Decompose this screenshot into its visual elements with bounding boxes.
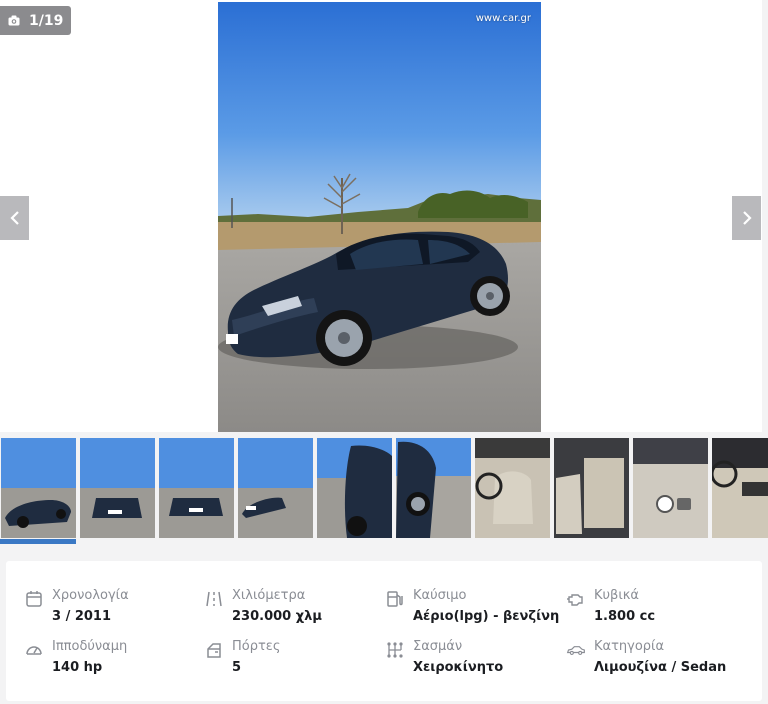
- spec-fuel-value: Αέριο(lpg) - βενζίνη: [413, 609, 560, 624]
- spec-fuel: Καύσιμο Αέριο(lpg) - βενζίνη: [385, 587, 559, 625]
- spec-mileage-label: Χιλιόμετρα: [232, 588, 306, 603]
- specifications-panel: Χρονολογία 3 / 2011 Χιλιόμετρα 230.000 χ…: [6, 561, 762, 701]
- thumbnail-6[interactable]: [396, 438, 471, 538]
- car-door-icon: [207, 643, 221, 658]
- thumbnail-7[interactable]: [475, 438, 550, 538]
- spec-year-label: Χρονολογία: [52, 588, 129, 603]
- spec-engine: Κυβικά 1.800 cc: [566, 587, 655, 625]
- spec-mileage-value: 230.000 χλμ: [232, 609, 322, 624]
- camera-icon: [8, 15, 20, 26]
- spec-gearbox-value: Χειροκίνητο: [413, 660, 504, 675]
- previous-photo-button[interactable]: [0, 196, 29, 240]
- spec-engine-label: Κυβικά: [594, 588, 639, 603]
- spec-year: Χρονολογία 3 / 2011: [24, 587, 129, 625]
- road-icon: [206, 591, 222, 607]
- spec-mileage: Χιλιόμετρα 230.000 χλμ: [204, 587, 322, 625]
- spec-power-label: Ιπποδύναμη: [52, 639, 128, 654]
- spec-doors: Πόρτες 5: [204, 638, 280, 676]
- fuel-pump-icon: [387, 591, 403, 607]
- spec-engine-value: 1.800 cc: [594, 609, 656, 624]
- thumbnail-3[interactable]: [159, 438, 234, 538]
- spec-gearbox-label: Σασμάν: [413, 639, 463, 654]
- main-photo[interactable]: www.car.gr: [218, 2, 541, 432]
- spec-fuel-label: Καύσιμο: [413, 588, 467, 603]
- spec-power-value: 140 hp: [52, 660, 103, 675]
- thumbnail-2[interactable]: [80, 438, 155, 538]
- gearbox-icon: [387, 642, 403, 658]
- spec-category: Κατηγορία Λιμουζίνα / Sedan: [566, 638, 726, 676]
- active-thumbnail-indicator: [0, 539, 76, 544]
- sedan-icon: [566, 646, 585, 655]
- photo-gallery: 1/19 www.car.gr: [0, 0, 762, 432]
- photo-counter: 1/19: [0, 6, 72, 35]
- spec-gearbox: Σασμάν Χειροκίνητο: [385, 638, 503, 676]
- thumbnail-8[interactable]: [554, 438, 629, 538]
- thumbnail-1[interactable]: [1, 438, 76, 538]
- spec-power: Ιπποδύναμη 140 hp: [24, 638, 127, 676]
- chevron-left-icon: [9, 211, 19, 225]
- watermark: www.car.gr: [475, 13, 531, 24]
- chevron-right-icon: [742, 211, 752, 225]
- next-photo-button[interactable]: [732, 196, 761, 240]
- car-photo: [218, 2, 541, 432]
- thumbnail-9[interactable]: [633, 438, 708, 538]
- calendar-icon: [26, 591, 42, 607]
- thumbnail-10[interactable]: [712, 438, 768, 538]
- spec-doors-value: 5: [232, 660, 242, 675]
- gauge-icon: [26, 646, 42, 655]
- spec-year-value: 3 / 2011: [52, 609, 112, 624]
- spec-category-label: Κατηγορία: [594, 639, 665, 654]
- thumbnail-strip: [0, 438, 768, 546]
- thumbnail-4[interactable]: [238, 438, 313, 538]
- spec-doors-label: Πόρτες: [232, 639, 281, 654]
- thumbnail-5[interactable]: [317, 438, 392, 538]
- engine-icon: [567, 594, 583, 606]
- spec-category-value: Λιμουζίνα / Sedan: [594, 660, 727, 675]
- photo-counter-text: 1/19: [29, 12, 64, 29]
